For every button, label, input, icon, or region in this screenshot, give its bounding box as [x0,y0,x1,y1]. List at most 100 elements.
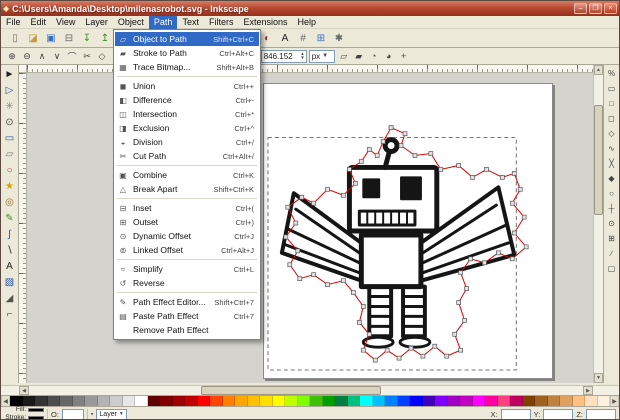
palette-swatch[interactable] [197,396,210,406]
path-node-handle[interactable] [408,345,414,351]
path-node-handle[interactable] [444,353,450,359]
star-tool[interactable]: ★ [2,179,17,194]
path-node-handle[interactable] [311,272,316,278]
palette-swatch[interactable] [497,396,510,406]
delete-segment-icon[interactable]: ✂ [80,50,94,63]
object-to-path-icon[interactable]: ▱ [337,50,351,63]
path-node-handle[interactable] [402,131,408,137]
path-node-handle[interactable] [412,153,418,158]
menubar-item[interactable]: Edit [26,16,52,29]
path-menu-item[interactable]: ⊙ Dynamic Offset Ctrl+J [115,229,259,243]
selector-tool[interactable]: ► [2,67,17,82]
snap-nodes-icon[interactable]: ◇ [605,127,618,140]
pencil-tool[interactable]: ✎ [2,211,17,226]
menubar-item[interactable]: View [51,16,80,29]
path-node-handle[interactable] [341,278,346,283]
path-node-handle[interactable] [347,167,352,172]
palette-swatch[interactable] [72,396,85,406]
path-menu-item[interactable]: ✎ Path Effect Editor... Shift+Ctrl+7 [115,295,259,309]
palette-swatch[interactable] [22,396,35,406]
palette-swatch[interactable] [510,396,523,406]
palette-swatch[interactable] [535,396,548,406]
join-nodes-icon[interactable]: ∧ [35,50,49,63]
palette-swatch[interactable] [547,396,560,406]
import-icon[interactable]: ↧ [79,31,95,46]
path-menu-item[interactable]: ▣ Combine Ctrl+K [115,168,259,182]
path-node-handle[interactable] [462,318,467,323]
opacity-input[interactable] [61,408,84,419]
palette-swatch[interactable] [585,396,598,406]
node-tool[interactable]: ▷ [2,83,17,98]
gradient-tool[interactable]: ▧ [2,275,17,290]
path-menu-item[interactable]: ▤ Paste Path Effect Ctrl+7 [115,309,259,323]
path-node-handle[interactable] [380,139,386,144]
snap-bbox-corner-icon[interactable]: ◻ [605,112,618,125]
edit-handles-icon[interactable]: + [397,50,411,63]
path-node-handle[interactable] [384,347,390,353]
xml-editor-icon[interactable]: # [295,31,311,46]
palette-swatch[interactable] [572,396,585,406]
scroll-left-icon[interactable]: ◀ [19,386,29,395]
spiral-tool[interactable]: ◎ [2,195,17,210]
path-node-handle[interactable] [351,290,356,295]
tweak-tool[interactable]: ✳ [2,99,17,114]
path-menu-item[interactable]: ↺ Reverse [115,276,259,290]
menubar-item[interactable]: Help [292,16,321,29]
vertical-ruler[interactable] [19,73,27,383]
palette-swatch[interactable] [260,396,273,406]
palette-swatch[interactable] [147,396,160,406]
zoom-input[interactable] [586,408,616,419]
palette-swatch[interactable] [335,396,348,406]
path-node-handle[interactable] [357,320,362,325]
path-node-handle[interactable] [325,282,330,287]
palette-swatch[interactable] [110,396,123,406]
palette-swatch[interactable] [297,396,310,406]
path-node-handle[interactable] [456,300,461,305]
path-node-handle[interactable] [372,357,378,363]
path-menu-item[interactable]: △ Break Apart Shift+Ctrl+K [115,182,259,196]
palette-swatch[interactable] [522,396,535,406]
palette-swatch[interactable] [85,396,98,406]
palette-swatch[interactable] [47,396,60,406]
path-menu-item[interactable]: ▱ Object to Path Shift+Ctrl+C [115,32,259,46]
palette-swatch[interactable] [185,396,198,406]
path-node-handle[interactable] [458,347,463,353]
path-node-handle[interactable] [509,200,515,206]
corner-node-icon[interactable]: ◇ [95,50,109,63]
palette-swatch[interactable] [597,396,610,406]
snap-intersection-icon[interactable]: ╳ [605,157,618,170]
palette-swatch[interactable] [360,396,373,406]
pen-tool[interactable]: ∫ [2,227,17,242]
path-menu-item[interactable]: ◧ Difference Ctrl+- [115,93,259,107]
palette-swatch[interactable] [472,396,485,406]
path-node-handle[interactable] [388,125,394,131]
path-node-handle[interactable] [360,304,366,309]
palette-swatch[interactable] [97,396,110,406]
path-node-handle[interactable] [523,244,529,250]
palette-swatch[interactable] [422,396,435,406]
path-node-handle[interactable] [295,248,301,254]
palette-swatch[interactable] [560,396,573,406]
menubar-item[interactable]: Object [113,16,149,29]
path-menu-item[interactable]: ⊚ Linked Offset Ctrl+Alt+J [115,243,259,257]
break-nodes-icon[interactable]: ∨ [50,50,64,63]
path-node-handle[interactable] [297,276,303,282]
snap-bbox-icon[interactable]: ▭ [605,82,618,95]
palette-swatch[interactable] [435,396,448,406]
path-node-handle[interactable] [374,153,380,158]
path-node-handle[interactable] [283,234,289,240]
palette-scroll-left[interactable]: ◀ [1,396,10,406]
path-node-handle[interactable] [285,204,291,210]
path-menu-item[interactable] [117,76,257,77]
path-menu-item[interactable] [117,165,257,166]
vertical-scroll-thumb[interactable] [594,105,603,215]
path-node-handle[interactable] [456,163,461,168]
path-node-handle[interactable] [366,147,372,152]
menubar-item[interactable]: Filters [204,16,239,29]
path-menu-item[interactable]: ≈ Simplify Ctrl+L [115,262,259,276]
palette-swatch[interactable] [10,396,23,406]
fill-swatch[interactable] [28,408,44,413]
palette-swatch[interactable] [247,396,260,406]
palette-swatch[interactable] [135,396,148,406]
path-menu-item[interactable]: ⊞ Outset Ctrl+) [115,215,259,229]
